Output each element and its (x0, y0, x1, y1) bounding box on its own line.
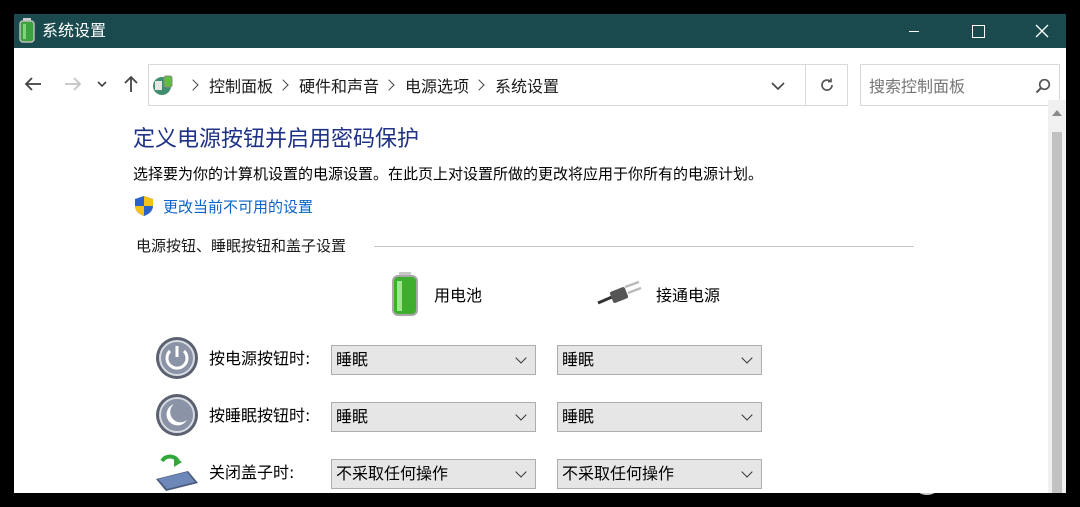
breadcrumb-separator-icon (383, 79, 395, 91)
select-value: 睡眠 (562, 407, 595, 426)
forward-button[interactable] (60, 70, 86, 98)
chevron-down-icon (741, 352, 753, 364)
search-icon[interactable] (1035, 78, 1051, 98)
breadcrumb: 控制面板 硬件和声音 电源选项 系统设置 (149, 65, 559, 105)
main-content: 定义电源按钮并启用密码保护 选择要为你的计算机设置的电源设置。在此页上对设置所做… (14, 120, 1048, 493)
chevron-down-icon (771, 82, 785, 91)
recent-locations-button[interactable] (91, 70, 113, 98)
site-watermark: 值 什么值得买 (912, 464, 1050, 496)
battery-column-header: 用电池 (390, 270, 482, 318)
plugged-in-column-label: 接通电源 (656, 286, 721, 305)
maximize-icon (971, 24, 985, 38)
power-button-row: 按电源按钮时: 睡眠 睡眠 (154, 335, 794, 383)
sleep-button-battery-select[interactable]: 睡眠 (331, 402, 536, 432)
breadcrumb-separator-icon (277, 79, 289, 91)
title-bar[interactable]: 系统设置 (14, 14, 1066, 48)
chevron-down-icon (515, 466, 527, 478)
minimize-icon (909, 30, 919, 32)
lid-close-plugged-select[interactable]: 不采取任何操作 (557, 459, 762, 489)
battery-app-icon (18, 17, 36, 43)
power-button-plugged-select[interactable]: 睡眠 (557, 345, 762, 375)
breadcrumb-power-options[interactable]: 电源选项 (405, 73, 469, 97)
sleep-button-plugged-select[interactable]: 睡眠 (557, 402, 762, 432)
forward-arrow-icon (65, 77, 82, 91)
lid-close-label: 关闭盖子时: (209, 463, 295, 482)
laptop-lid-icon (154, 449, 200, 493)
battery-column-label: 用电池 (434, 286, 483, 305)
select-value: 不采取任何操作 (562, 464, 675, 483)
back-arrow-icon (24, 77, 41, 91)
refresh-icon (820, 78, 833, 91)
change-unavailable-settings-link[interactable]: 更改当前不可用的设置 (133, 194, 313, 218)
breadcrumb-hardware-sound[interactable]: 硬件和声音 (299, 73, 379, 97)
up-button[interactable] (118, 70, 144, 98)
chevron-down-icon (515, 352, 527, 364)
close-icon (1035, 24, 1049, 38)
scrollbar-thumb[interactable] (1052, 132, 1062, 493)
page-title: 定义电源按钮并启用密码保护 (133, 127, 420, 152)
uac-shield-icon (133, 195, 155, 217)
address-dropdown-button[interactable] (771, 78, 785, 97)
select-value: 睡眠 (336, 350, 369, 369)
control-panel-window: 系统设置 控制面板 硬件和声音 电源选项 系统设置 搜索控制面板 定义电源按钮并… (14, 14, 1066, 493)
select-value: 不采取任何操作 (336, 464, 449, 483)
select-value: 睡眠 (562, 350, 595, 369)
up-arrow-icon (124, 75, 138, 92)
chevron-down-icon (741, 466, 753, 478)
breadcrumb-separator-icon (473, 79, 485, 91)
lid-close-row: 关闭盖子时: 不采取任何操作 不采取任何操作 (154, 449, 794, 493)
close-button[interactable] (1010, 14, 1066, 48)
breadcrumb-system-settings[interactable]: 系统设置 (495, 73, 559, 97)
chevron-down-icon (97, 81, 107, 88)
section-heading: 电源按钮、睡眠按钮和盖子设置 (136, 236, 355, 256)
breadcrumb-control-panel[interactable]: 控制面板 (209, 73, 273, 97)
back-button[interactable] (20, 70, 46, 98)
sleep-button-icon (154, 392, 200, 438)
vertical-scrollbar[interactable] (1048, 100, 1066, 493)
section-divider (374, 246, 914, 247)
battery-icon (390, 271, 420, 317)
change-link-label[interactable]: 更改当前不可用的设置 (163, 196, 313, 217)
minimize-button[interactable] (882, 14, 946, 48)
sleep-button-label: 按睡眠按钮时: (209, 406, 311, 425)
search-box[interactable] (860, 64, 1060, 106)
sleep-button-row: 按睡眠按钮时: 睡眠 睡眠 (154, 392, 794, 440)
refresh-button[interactable] (806, 64, 848, 106)
maximize-button[interactable] (946, 14, 1010, 48)
address-bar[interactable]: 控制面板 硬件和声音 电源选项 系统设置 (148, 64, 806, 106)
power-button-icon (154, 335, 200, 381)
control-panel-icon (151, 73, 175, 97)
scroll-up-icon[interactable] (1052, 110, 1062, 116)
power-button-label: 按电源按钮时: (209, 349, 311, 368)
watermark-logo: 值 (912, 465, 942, 495)
navigation-bar: 控制面板 硬件和声音 电源选项 系统设置 (14, 48, 1066, 120)
lid-close-battery-select[interactable]: 不采取任何操作 (331, 459, 536, 489)
power-plug-icon (596, 279, 642, 309)
chevron-down-icon (515, 409, 527, 421)
page-description: 选择要为你的计算机设置的电源设置。在此页上对设置所做的更改将应用于你所有的电源计… (133, 165, 764, 183)
chevron-down-icon (741, 409, 753, 421)
search-input[interactable] (869, 75, 1019, 97)
plugged-in-column-header: 接通电源 (596, 270, 720, 318)
select-value: 睡眠 (336, 407, 369, 426)
window-title: 系统设置 (42, 21, 107, 40)
watermark-text: 什么值得买 (950, 469, 1050, 494)
power-button-battery-select[interactable]: 睡眠 (331, 345, 536, 375)
breadcrumb-separator-icon (187, 79, 199, 91)
